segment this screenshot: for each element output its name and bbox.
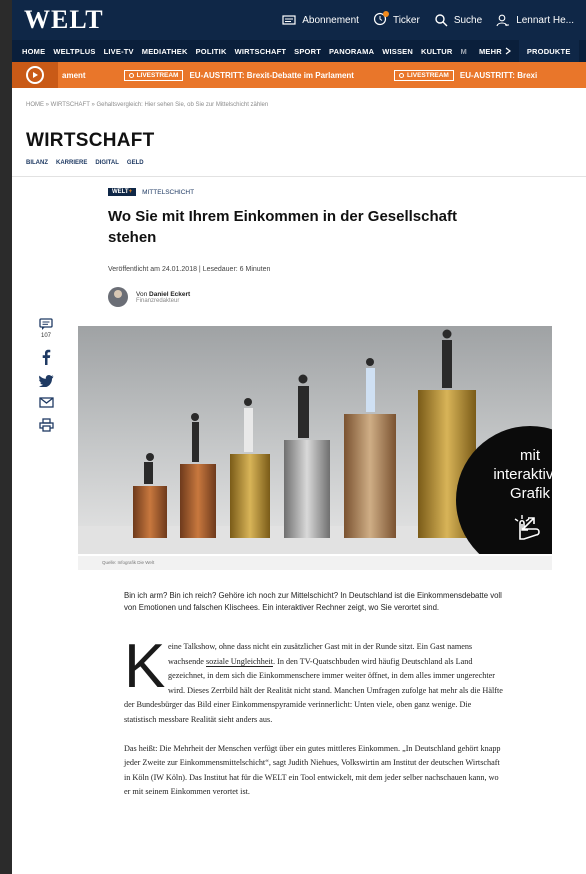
weltplus-badge-plus: +	[128, 189, 133, 195]
nav-more-label: MEHR	[478, 46, 502, 56]
author-role: Finanzredakteur	[136, 297, 180, 304]
nav-more-button[interactable]: MEHR	[479, 47, 511, 56]
nav-item-panorama[interactable]: PANORAMA	[329, 47, 374, 56]
main-nav: HOME WELTPLUS LIVE-TV MEDIATHEK POLITIK …	[12, 40, 586, 62]
abonnement-label: Abonnement	[302, 14, 359, 26]
section-divider	[12, 176, 586, 177]
livestream-badge: LIVESTREAM	[123, 69, 184, 81]
cta-line-2: interaktiver	[493, 466, 552, 483]
author-box[interactable]: Von Daniel Eckert Finanzredakteur	[108, 287, 548, 307]
subnav-item-digital[interactable]: DIGITAL	[95, 160, 119, 166]
cta-line-3: Grafik	[509, 485, 550, 502]
live-dot-icon	[398, 72, 404, 78]
twitter-icon[interactable]	[38, 375, 54, 387]
author-line: Von Daniel Eckert	[136, 291, 190, 298]
abonnement-link[interactable]: Abonnement	[282, 13, 359, 27]
nav-item-truncated[interactable]: M	[461, 47, 467, 56]
print-icon[interactable]	[38, 418, 54, 432]
top-actions: Abonnement Ticker Suche Lennart He...	[282, 10, 574, 29]
ticker-item-repeat[interactable]: LIVESTREAM EU-AUSTRITT: Brexi	[393, 69, 538, 81]
author-name[interactable]: Daniel Eckert	[149, 291, 190, 298]
body-paragraph-2: Das heißt: Die Mehrheit der Menschen ver…	[124, 743, 501, 797]
live-dot-icon	[128, 72, 134, 78]
hero-image[interactable]: mit interaktiver Grafik	[78, 326, 552, 554]
welt-logo[interactable]: WELT	[24, 5, 104, 35]
cta-line-1: mit	[520, 447, 540, 464]
nav-produkte-button[interactable]: PRODUKTE	[518, 40, 579, 62]
inline-link-soziale-ungleichheit[interactable]: soziale Ungleichheit	[205, 656, 274, 667]
ticker-link[interactable]: Ticker	[373, 10, 420, 29]
livestream-badge-label: LIVESTREAM	[136, 71, 179, 79]
dropcap: K	[124, 632, 166, 701]
ticker-icon-wrap	[373, 10, 389, 29]
breadcrumb[interactable]: HOME » WIRTSCHAFT » Gehaltsvergleich: Hi…	[12, 88, 586, 108]
livestream-ticker[interactable]: ament LIVESTREAM EU-AUSTRITT: Brexit-Deb…	[12, 62, 586, 88]
user-name: Lennart He...	[516, 14, 574, 26]
expand-icon[interactable]	[518, 514, 538, 534]
p1-text-after: . In den TV-Quatschbuden wird häufig Deu…	[124, 656, 503, 724]
article-meta: Veröffentlicht am 24.01.2018 | Lesedauer…	[108, 266, 271, 273]
ticker-item[interactable]: LIVESTREAM EU-AUSTRITT: Brexit-Debatte i…	[123, 69, 354, 81]
author-avatar[interactable]	[108, 287, 128, 307]
hero-caption: Quelle: Infografik Die Welt	[78, 556, 552, 570]
user-icon	[496, 14, 510, 27]
ticker-left-label: ament	[62, 70, 86, 80]
top-bar: WELT Abonnement Ticker Suche Lennart He.…	[12, 0, 586, 40]
coin-stack-4	[284, 440, 330, 538]
ticker-label: Ticker	[392, 14, 420, 26]
nav-item-home[interactable]: HOME	[22, 47, 45, 56]
coin-stack-5	[344, 414, 396, 538]
facebook-icon[interactable]	[41, 349, 51, 365]
coin-stack-1	[133, 486, 167, 538]
comment-icon[interactable]	[39, 318, 53, 331]
section-subnav: BILANZ KARRIERE DIGITAL GELD	[12, 152, 586, 166]
article-lead: Bin ich arm? Bin ich reich? Gehöre ich n…	[124, 591, 502, 612]
ticker-headline-repeat: EU-AUSTRITT: Brexi	[459, 70, 538, 80]
search-icon	[435, 14, 448, 27]
article-headline: Wo Sie mit Ihrem Einkommen in der Gesell…	[108, 208, 457, 246]
author-prefix: Von	[136, 290, 148, 298]
subnav-item-bilanz[interactable]: BILANZ	[26, 160, 48, 166]
notification-dot	[382, 10, 389, 17]
play-icon[interactable]	[26, 66, 44, 84]
play-triangle-icon	[33, 72, 38, 78]
mail-icon[interactable]	[38, 397, 54, 408]
article-kicker: WELT+ MITTELSCHICHT	[108, 188, 548, 196]
search-link[interactable]: Suche	[434, 13, 482, 27]
section-title[interactable]: WIRTSCHAFT	[12, 108, 586, 152]
author-info: Von Daniel Eckert Finanzredakteur	[136, 291, 190, 304]
coin-stack-2	[180, 464, 216, 538]
newspaper-icon	[282, 15, 296, 25]
comment-count: 107	[40, 333, 51, 339]
user-account-link[interactable]: Lennart He...	[496, 13, 574, 27]
nav-item-politik[interactable]: POLITIK	[196, 47, 227, 56]
nav-item-live-tv[interactable]: LIVE-TV	[104, 47, 134, 56]
body-paragraph-1: Keine Talkshow, ohne dass nicht ein zusä…	[124, 632, 504, 728]
nav-item-mediathek[interactable]: MEDIATHEK	[142, 47, 188, 56]
nav-item-kultur[interactable]: KULTUR	[421, 47, 452, 56]
subnav-item-karriere[interactable]: KARRIERE	[56, 160, 87, 166]
nav-item-sport[interactable]: SPORT	[294, 47, 321, 56]
page: WELT Abonnement Ticker Suche Lennart He.…	[12, 0, 586, 874]
nav-item-wissen[interactable]: WISSEN	[382, 47, 413, 56]
subnav-item-geld[interactable]: GELD	[127, 160, 144, 166]
chevron-right-icon	[505, 47, 511, 55]
search-label: Suche	[453, 14, 483, 26]
article-header: WELT+ MITTELSCHICHT Wo Sie mit Ihrem Ein…	[108, 188, 548, 307]
livestream-badge: LIVESTREAM	[393, 69, 454, 81]
nav-item-weltplus[interactable]: WELTPLUS	[53, 47, 95, 56]
weltplus-badge-text: WELT	[112, 189, 129, 195]
ticker-headline: EU-AUSTRITT: Brexit-Debatte im Parlament	[189, 70, 354, 80]
nav-item-wirtschaft[interactable]: WIRTSCHAFT	[235, 47, 287, 56]
article-body: Keine Talkshow, ohne dass nicht ein zusä…	[124, 632, 504, 800]
weltplus-badge: WELT+	[108, 188, 137, 196]
coin-stack-3	[230, 454, 270, 538]
kicker-label[interactable]: MITTELSCHICHT	[142, 189, 194, 196]
social-rail: 107	[34, 318, 58, 432]
livestream-badge-label: LIVESTREAM	[406, 71, 449, 79]
ticker-play-area[interactable]	[12, 62, 58, 88]
